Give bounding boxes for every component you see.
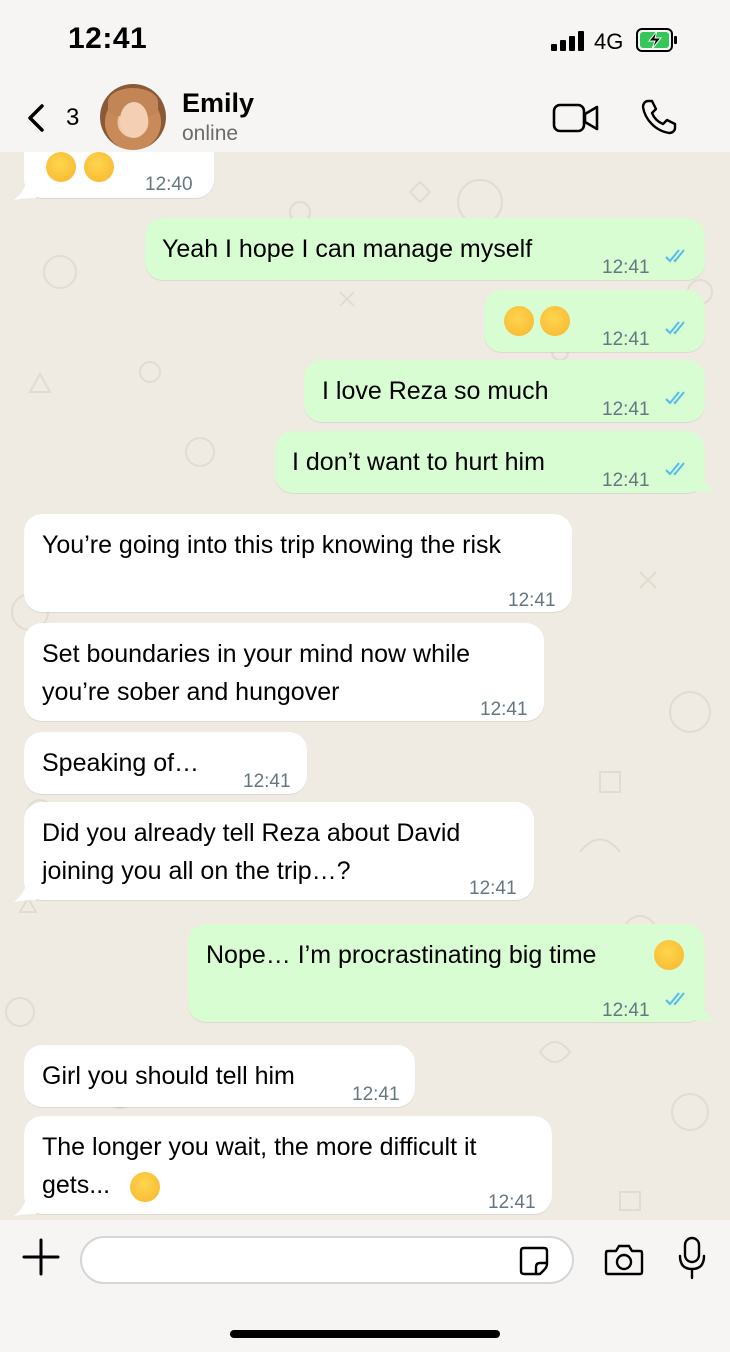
- message-time: 12:41: [480, 699, 528, 720]
- bubble-tail-icon: [14, 1196, 36, 1216]
- message-bubble-incoming[interactable]: Girl you should tell him 12:41: [24, 1045, 415, 1107]
- chat-area[interactable]: 12:40 Yeah I hope I can manage myself 12…: [0, 152, 730, 1220]
- message-text: You’re going into this trip knowing the …: [42, 531, 502, 559]
- contact-status: online: [182, 122, 239, 145]
- message-text: Speaking of…: [42, 749, 200, 777]
- face-with-tears-of-joy-emoji: [504, 306, 534, 336]
- message-bubble-outgoing[interactable]: Yeah I hope I can manage myself 12:41: [145, 218, 705, 280]
- message-text: gets...: [42, 1171, 111, 1199]
- contact-name[interactable]: Emily: [182, 88, 254, 119]
- double-check-icon: [665, 462, 685, 476]
- bubble-tail-icon: [693, 1002, 715, 1022]
- message-text: Set boundaries in your mind now while: [42, 640, 471, 668]
- unread-count: 3: [66, 104, 80, 131]
- message-bubble-incoming[interactable]: Set boundaries in your mind now while yo…: [24, 623, 544, 721]
- message-time: 12:41: [602, 329, 650, 350]
- message-text: I love Reza so much: [322, 377, 549, 405]
- message-bubble-outgoing[interactable]: Nope… I’m procrastinating big time 12:41: [188, 924, 705, 1022]
- message-text: The longer you wait, the more difficult …: [42, 1133, 477, 1161]
- message-bubble-incoming[interactable]: The longer you wait, the more difficult …: [24, 1116, 552, 1214]
- message-time: 12:41: [508, 590, 556, 611]
- plus-icon[interactable]: [22, 1238, 60, 1276]
- status-time: 12:41: [68, 22, 148, 55]
- message-bubble-outgoing[interactable]: I love Reza so much 12:41: [304, 360, 705, 422]
- phone-icon[interactable]: [640, 98, 678, 136]
- message-time: 12:41: [602, 1000, 650, 1021]
- face-holding-back-tears-emoji: [46, 152, 76, 182]
- message-text: joining you all on the trip…?: [42, 857, 351, 885]
- chat-header: 3 Emily online: [0, 84, 730, 152]
- bubble-tail-icon: [693, 473, 715, 493]
- signal-strength-icon: [551, 31, 585, 51]
- chevron-left-icon: [28, 104, 44, 132]
- message-bubble-incoming[interactable]: Speaking of… 12:41: [24, 732, 307, 794]
- message-bubble-incoming[interactable]: Did you already tell Reza about David jo…: [24, 802, 534, 900]
- network-type: 4G: [594, 29, 624, 54]
- message-time: 12:41: [352, 1084, 400, 1105]
- avatar[interactable]: [100, 84, 166, 150]
- status-bar: 12:41 4G: [0, 0, 730, 84]
- battery-charging-icon: [636, 28, 677, 52]
- grimacing-face-emoji: [130, 1172, 160, 1202]
- message-time: 12:41: [243, 771, 291, 792]
- bubble-tail-icon: [14, 882, 36, 902]
- face-with-tears-of-joy-emoji: [540, 306, 570, 336]
- double-check-icon: [665, 249, 685, 263]
- message-time: 12:41: [602, 470, 650, 491]
- message-text: Yeah I hope I can manage myself: [162, 235, 533, 263]
- double-check-icon: [665, 992, 685, 1006]
- message-bubble-outgoing[interactable]: I don’t want to hurt him 12:41: [275, 431, 705, 493]
- microphone-icon[interactable]: [677, 1236, 707, 1280]
- message-bubble-incoming[interactable]: 12:40: [24, 152, 214, 198]
- bubble-tail-icon: [14, 180, 36, 200]
- message-composer: [0, 1220, 730, 1352]
- message-time: 12:41: [469, 878, 517, 899]
- face-holding-back-tears-emoji: [84, 152, 114, 182]
- message-text: I don’t want to hurt him: [292, 448, 545, 476]
- message-text: you’re sober and hungover: [42, 678, 340, 706]
- message-time: 12:41: [488, 1192, 536, 1213]
- message-time: 12:40: [145, 174, 193, 195]
- double-check-icon: [665, 391, 685, 405]
- message-input[interactable]: [80, 1236, 574, 1284]
- back-button[interactable]: 3: [20, 96, 90, 140]
- flushed-face-emoji: [654, 940, 684, 970]
- message-bubble-incoming[interactable]: You’re going into this trip knowing the …: [24, 514, 572, 612]
- message-text: Girl you should tell him: [42, 1062, 295, 1090]
- message-text: Did you already tell Reza about David: [42, 819, 461, 847]
- message-bubble-outgoing[interactable]: 12:41: [484, 290, 705, 352]
- message-text: Nope… I’m procrastinating big time: [206, 941, 597, 969]
- message-time: 12:41: [602, 399, 650, 420]
- home-indicator: [230, 1330, 500, 1338]
- sticker-icon[interactable]: [518, 1245, 550, 1277]
- message-time: 12:41: [602, 257, 650, 278]
- double-check-icon: [665, 321, 685, 335]
- camera-icon[interactable]: [604, 1242, 644, 1276]
- video-icon[interactable]: [552, 102, 600, 134]
